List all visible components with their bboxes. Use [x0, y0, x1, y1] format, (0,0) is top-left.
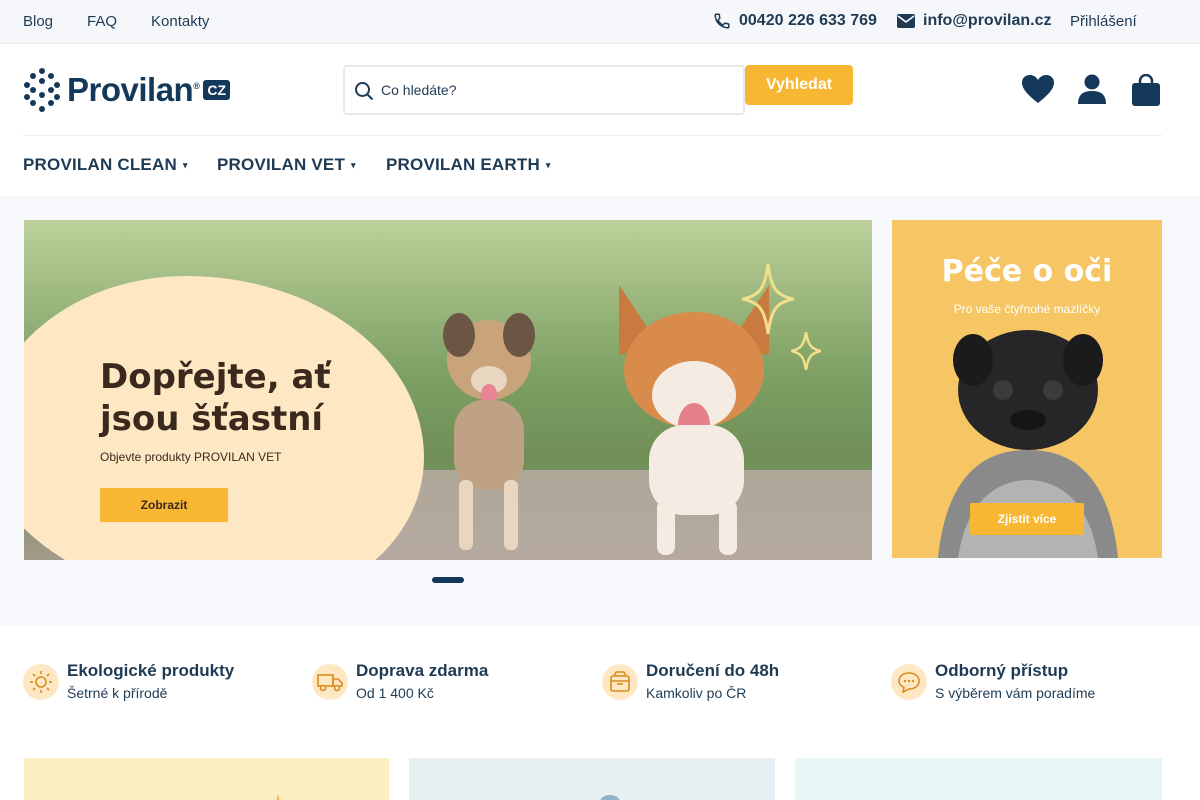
side-banner-title: Péče o oči: [941, 254, 1113, 289]
header-divider: [23, 135, 1162, 136]
country-badge: CZ: [203, 80, 231, 100]
search-input[interactable]: [381, 79, 731, 101]
sparkle-small-icon: [791, 332, 821, 370]
nav-provilan-vet[interactable]: PROVILAN VET ▾: [217, 155, 356, 175]
logo[interactable]: Provilan® CZ: [23, 67, 231, 113]
contacts-link[interactable]: Kontakty: [151, 13, 209, 30]
chevron-down-icon: ▾: [182, 160, 188, 170]
benefit-delivery: Doručení do 48h Kamkoliv po ČR: [602, 660, 779, 704]
category-card-3[interactable]: [795, 758, 1162, 800]
truck-icon: [312, 664, 348, 700]
heart-icon[interactable]: [1021, 74, 1055, 104]
envelope-icon: [897, 14, 915, 28]
login-link[interactable]: Přihlášení: [1070, 13, 1137, 30]
side-banner-more-button[interactable]: Zjistit více: [970, 503, 1084, 535]
search-box: [343, 65, 745, 115]
hero-banner[interactable]: Dopřejte, ať jsou šťastní Objevte produk…: [24, 220, 872, 560]
benefit-expert: Odborný přístup S výběrem vám poradíme: [891, 660, 1095, 704]
logo-name: Provilan: [67, 71, 194, 108]
benefit-title: Doručení do 48h: [646, 661, 780, 680]
box-icon: [602, 664, 638, 700]
phone-number: 00420 226 633 769: [739, 12, 877, 29]
sparkle-icon: [742, 264, 794, 334]
category-card-2[interactable]: [409, 758, 775, 800]
hero-headline: Dopřejte, ať jsou šťastní: [100, 357, 331, 439]
carousel-indicator[interactable]: [432, 577, 464, 583]
search-icon: [355, 82, 374, 101]
sparkle-icon: [276, 794, 280, 800]
category-card-1[interactable]: [24, 758, 389, 800]
benefit-shipping: Doprava zdarma Od 1 400 Kč: [312, 660, 488, 704]
chat-icon: [891, 664, 927, 700]
phone-contact[interactable]: 00420 226 633 769: [713, 12, 877, 30]
faq-link[interactable]: FAQ: [87, 13, 117, 30]
email-contact[interactable]: info@provilan.cz: [897, 12, 1052, 30]
search-button[interactable]: Vyhledat: [745, 65, 853, 105]
benefit-subtitle: Kamkoliv po ČR: [646, 685, 747, 701]
logo-mark-icon: [24, 68, 60, 112]
phone-icon: [714, 13, 730, 29]
logo-wordmark: Provilan®: [67, 71, 200, 109]
chevron-down-icon: ▾: [545, 160, 551, 170]
side-banner-subtitle: Pro vaše čtyřnohé mazlíčky: [953, 302, 1101, 316]
dog-terrier-image: [443, 313, 535, 550]
top-bar: Blog FAQ Kontakty 00420 226 633 769 info…: [0, 0, 1200, 44]
benefit-subtitle: S výběrem vám poradíme: [935, 685, 1096, 701]
nav-label: PROVILAN EARTH: [386, 155, 540, 174]
nav-label: PROVILAN VET: [217, 155, 346, 174]
nav-provilan-clean[interactable]: PROVILAN CLEAN ▾: [23, 155, 188, 175]
benefit-title: Odborný přístup: [935, 661, 1069, 680]
benefit-title: Doprava zdarma: [356, 661, 489, 680]
user-icon[interactable]: [1078, 74, 1106, 104]
chevron-down-icon: ▾: [351, 160, 356, 170]
benefit-subtitle: Od 1 400 Kč: [356, 685, 434, 701]
nav-provilan-earth[interactable]: PROVILAN EARTH ▾: [386, 155, 551, 175]
benefit-subtitle: Šetrné k přírodě: [67, 685, 168, 701]
logo-reg: ®: [193, 81, 200, 91]
benefit-eco: Ekologické produkty Šetrné k přírodě: [23, 660, 234, 704]
nav-label: PROVILAN CLEAN: [23, 155, 177, 174]
email-address: info@provilan.cz: [923, 12, 1052, 29]
drop-icon: [600, 795, 620, 800]
side-banner[interactable]: Péče o oči Pro vaše čtyřnohé mazlíčky Zj…: [892, 220, 1162, 558]
bag-icon[interactable]: [1131, 74, 1161, 106]
blog-link[interactable]: Blog: [23, 13, 53, 30]
hero-show-button[interactable]: Zobrazit: [100, 488, 228, 522]
sun-icon: [23, 664, 59, 700]
benefit-title: Ekologické produkty: [67, 661, 235, 680]
hero-subtitle: Objevte produkty PROVILAN VET: [100, 450, 282, 464]
